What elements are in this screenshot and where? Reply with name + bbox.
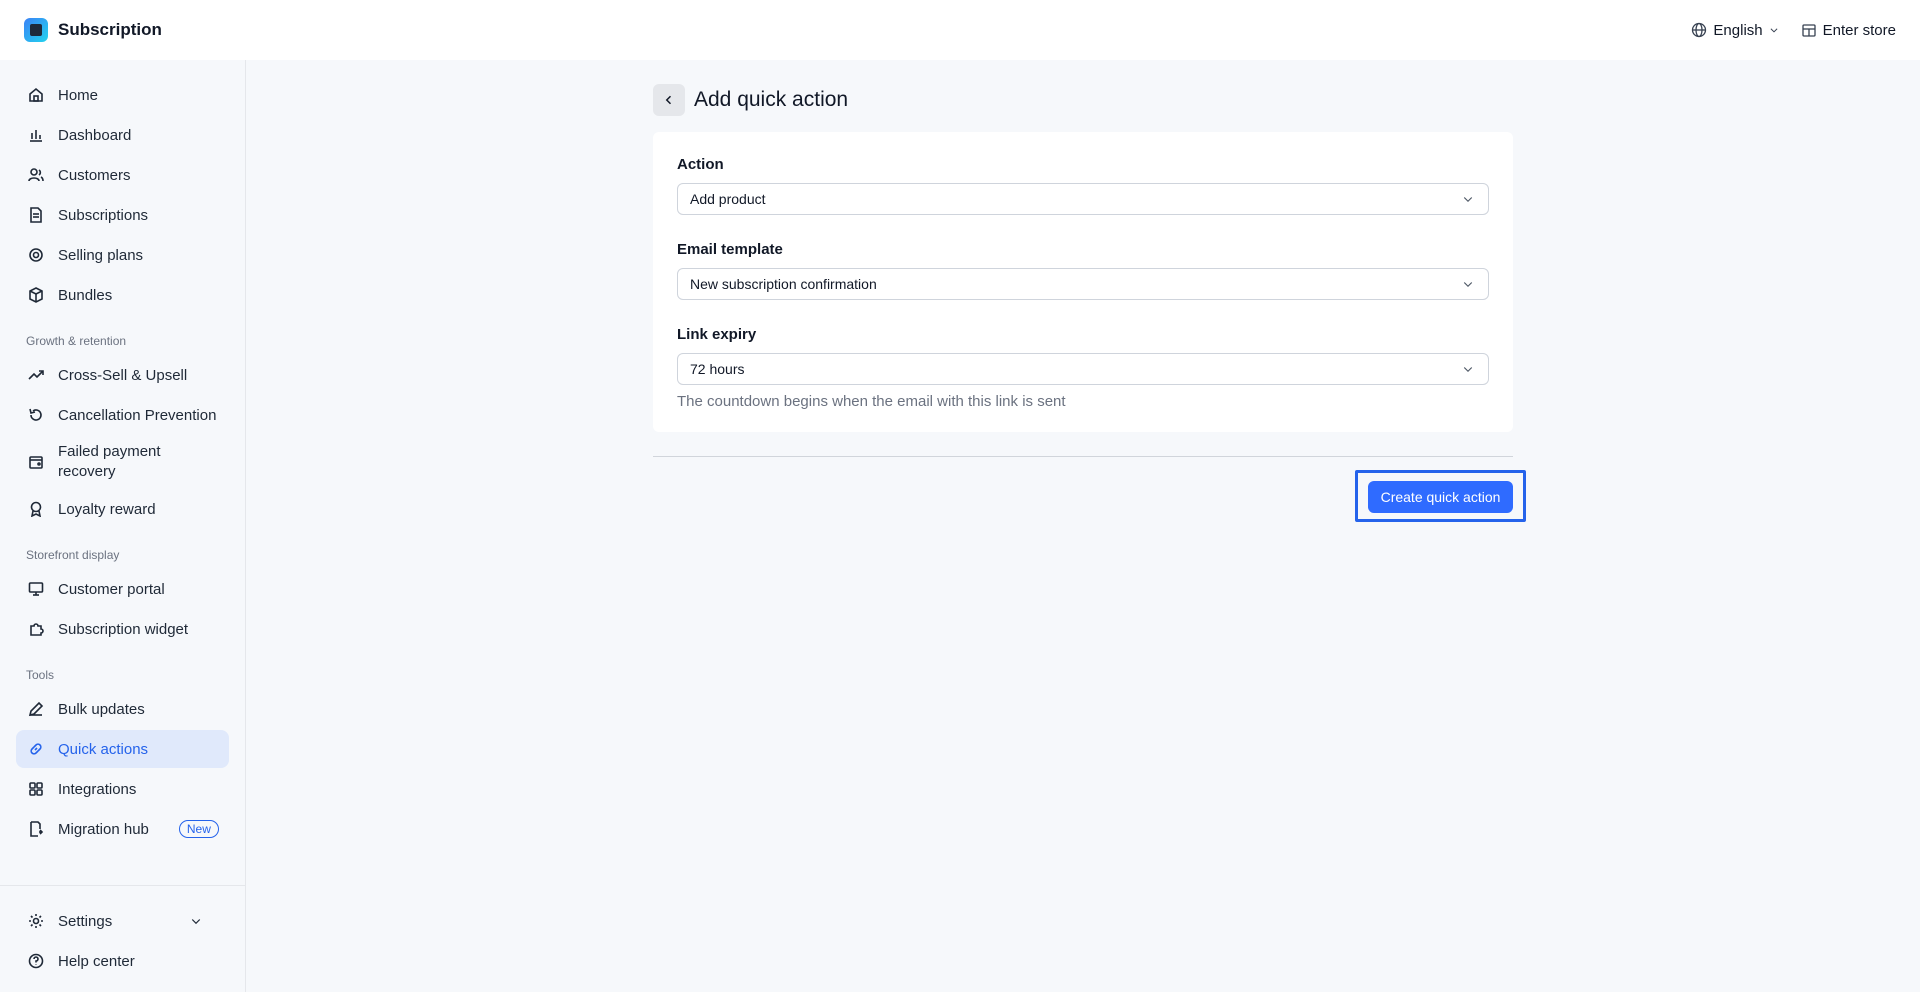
sidebar-item-subscription-widget[interactable]: Subscription widget xyxy=(16,610,229,648)
users-icon xyxy=(28,168,44,182)
sidebar-item-selling-plans[interactable]: Selling plans xyxy=(16,236,229,274)
sidebar-item-home[interactable]: Home xyxy=(16,76,229,114)
rotate-ccw-icon xyxy=(29,408,42,421)
sidebar-item-cross-sell[interactable]: Cross-Sell & Upsell xyxy=(16,356,229,394)
enter-store-button[interactable]: Enter store xyxy=(1801,22,1896,39)
grid-icon xyxy=(29,782,43,796)
sidebar-item-settings[interactable]: Settings xyxy=(16,902,230,940)
page-title: Add quick action xyxy=(694,88,849,111)
trending-up-icon xyxy=(28,370,44,380)
link-expiry-select[interactable]: 72 hours xyxy=(677,353,1489,385)
sidebar-item-cancellation-prevention[interactable]: Cancellation Prevention xyxy=(16,396,229,434)
bar-chart-icon xyxy=(30,130,42,142)
create-quick-action-button[interactable]: Create quick action xyxy=(1368,481,1513,513)
sidebar-item-quick-actions[interactable]: Quick actions xyxy=(16,730,229,768)
action-label: Action xyxy=(677,156,724,173)
top-bar: Subscription English Enter store xyxy=(0,0,1920,60)
store-icon xyxy=(1801,24,1816,37)
box-icon xyxy=(29,287,43,303)
sidebar: Home Dashboard Customers Subscriptions S… xyxy=(0,60,246,992)
form-card: Action Add product Email template New su… xyxy=(653,132,1513,432)
target-icon xyxy=(29,248,43,262)
sidebar-item-help-center[interactable]: Help center xyxy=(16,942,230,980)
pencil-icon xyxy=(28,701,44,717)
sidebar-item-migration-hub[interactable]: Migration hub New xyxy=(16,810,229,848)
sidebar-item-subscriptions[interactable]: Subscriptions xyxy=(16,196,229,234)
chevron-down-icon xyxy=(191,919,201,925)
sidebar-item-bulk-updates[interactable]: Bulk updates xyxy=(16,690,229,728)
language-label: English xyxy=(1713,21,1763,39)
email-template-label: Email template xyxy=(677,241,783,258)
puzzle-icon xyxy=(30,623,44,636)
sidebar-item-failed-payment[interactable]: Failed payment recovery xyxy=(16,436,229,488)
app-logo-icon xyxy=(24,18,48,42)
section-title-growth: Growth & retention xyxy=(26,334,127,348)
sidebar-item-integrations[interactable]: Integrations xyxy=(16,770,229,808)
section-title-tools: Tools xyxy=(26,668,55,682)
sidebar-item-dashboard[interactable]: Dashboard xyxy=(16,116,229,154)
action-select[interactable]: Add product xyxy=(677,183,1489,215)
chevron-down-icon xyxy=(1463,367,1473,373)
gear-icon xyxy=(29,914,43,928)
sidebar-item-loyalty-reward[interactable]: Loyalty reward xyxy=(16,490,229,528)
help-circle-icon xyxy=(28,953,44,969)
link-icon xyxy=(30,743,42,755)
back-button[interactable] xyxy=(653,84,685,116)
action-select-value: Add product xyxy=(690,191,766,207)
document-icon xyxy=(30,207,42,223)
language-selector[interactable]: English xyxy=(1691,22,1778,39)
award-icon xyxy=(30,501,42,517)
chevron-down-icon xyxy=(1463,282,1473,288)
link-expiry-value: 72 hours xyxy=(690,361,745,377)
link-expiry-label: Link expiry xyxy=(677,326,757,343)
link-expiry-helper: The countdown begins when the email with… xyxy=(677,393,1066,410)
email-template-value: New subscription confirmation xyxy=(690,276,877,292)
enter-store-label: Enter store xyxy=(1822,21,1896,39)
chevron-down-icon xyxy=(1463,197,1473,203)
home-icon xyxy=(29,87,43,102)
sidebar-item-customer-portal[interactable]: Customer portal xyxy=(16,570,229,608)
chevron-left-icon xyxy=(665,95,672,105)
email-template-select[interactable]: New subscription confirmation xyxy=(677,268,1489,300)
sidebar-item-customers[interactable]: Customers xyxy=(16,156,229,194)
page-header: Add quick action xyxy=(653,84,848,116)
section-title-storefront: Storefront display xyxy=(26,548,120,562)
file-export-icon xyxy=(30,821,44,837)
globe-icon xyxy=(1692,22,1707,38)
new-badge: New xyxy=(178,820,219,838)
app-title: Subscription xyxy=(58,20,162,39)
wallet-icon xyxy=(29,456,43,469)
monitor-icon xyxy=(28,582,44,596)
divider xyxy=(653,456,1513,457)
chevron-down-icon xyxy=(1770,28,1778,33)
sidebar-bottom: Settings Help center xyxy=(0,885,246,992)
sidebar-item-bundles[interactable]: Bundles xyxy=(16,276,229,314)
